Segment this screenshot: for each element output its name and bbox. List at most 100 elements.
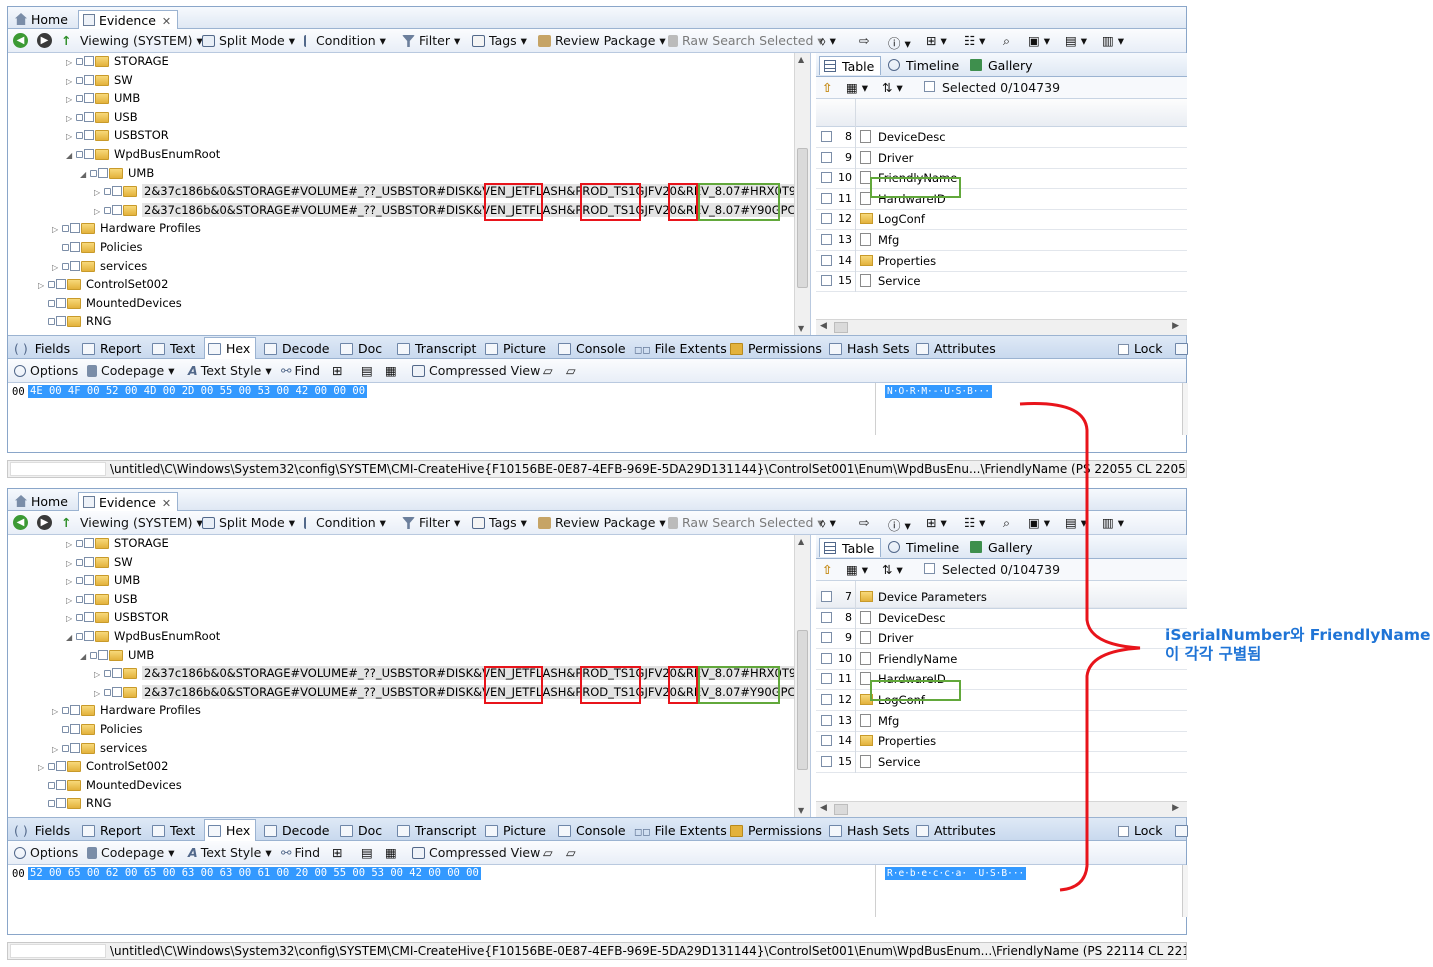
table-row[interactable]: 13 Mfg [816,230,1187,251]
toolbar-list-icon[interactable]: ☷ ▾ [964,515,985,530]
expand-toggle-icon[interactable]: ◢ [66,151,76,160]
filter-dropdown[interactable]: Filter ▾ [402,33,460,48]
tree-node[interactable]: ▷ UMB [66,91,140,109]
filter-dropdown[interactable]: Filter ▾ [402,515,460,530]
tree-node[interactable]: ▷ SW [66,555,133,573]
expand-toggle-icon[interactable]: ▷ [66,77,76,86]
export-icon[interactable]: ▱ [543,363,553,378]
hex-viewer[interactable]: 00 52 00 65 00 62 00 65 00 63 00 63 00 6… [8,865,1188,917]
toolbar-tree-icon[interactable]: ⊞ ▾ [926,33,947,48]
row-checkbox[interactable] [821,652,832,664]
hex-tab[interactable]: Hex [204,337,257,360]
file-extents-tab[interactable]: ◻◻ File Extents [634,823,727,838]
tree-node[interactable]: ▷ USB [66,110,138,128]
expand-toggle-icon[interactable]: ◢ [66,633,76,642]
tags-dropdown[interactable]: Tags ▾ [472,33,527,48]
toolbar-list-icon[interactable]: ☷ ▾ [964,33,985,48]
tree-node[interactable]: ◢ WpdBusEnumRoot [66,147,220,165]
doc-tab[interactable]: Doc [340,341,382,356]
tree-checkbox[interactable] [70,705,80,716]
tree-node[interactable]: ▷ USBSTOR [66,610,169,628]
go-up-icon[interactable]: ⇧ [822,80,832,95]
scroll-down-icon[interactable]: ▼ [798,324,804,333]
tree-checkbox[interactable] [56,798,66,809]
expand-toggle-icon[interactable]: ▷ [66,596,76,605]
find-next-icon[interactable]: ⊞ [332,845,342,860]
attributes-tab[interactable]: Attributes [916,341,996,356]
row-checkbox[interactable] [821,611,832,623]
table-row[interactable]: 8 DeviceDesc [816,127,1187,148]
tree-checkbox[interactable] [84,575,94,586]
toolbar-more-icon[interactable]: ▥ ▾ [1102,515,1124,530]
table-row[interactable]: 12 LogConf [816,209,1187,231]
table-tab[interactable]: Table [819,538,882,557]
hex-scrollbar[interactable] [1182,865,1188,917]
fields-tab[interactable]: ( ) Fields [14,823,70,838]
attributes-tab[interactable]: Attributes [916,823,996,838]
row-checkbox[interactable] [821,151,832,163]
tree-checkbox[interactable] [70,742,80,753]
toolbar-search-icon[interactable]: ⌕ [1003,515,1010,531]
toolbar-info-icon[interactable]: ⓘ ▾ [888,33,911,52]
hash-sets-tab[interactable]: Hash Sets [829,341,910,356]
tree-checkbox[interactable] [70,260,80,271]
table-row[interactable]: 9 Driver [816,147,1187,169]
up-arrow-icon[interactable]: ↑ [61,515,71,530]
sort-icon[interactable]: ⇅ ▾ [882,80,903,95]
export-icon[interactable]: ▱ [543,845,553,860]
save-icon[interactable]: ▦ [385,363,397,378]
tree-checkbox[interactable] [84,538,94,548]
export-selected-icon[interactable]: ▱ [566,845,576,860]
back-icon[interactable]: ◀ [13,33,28,48]
table-row[interactable]: 8 DeviceDesc [816,607,1187,629]
permissions-tab[interactable]: Permissions [730,823,822,838]
text-tab[interactable]: Text [152,823,195,838]
toolbar-tree-icon[interactable]: ⊞ ▾ [926,515,947,530]
expand-toggle-icon[interactable]: ▷ [38,281,48,290]
report-tab[interactable]: Report [82,341,141,356]
tree-checkbox[interactable] [70,242,80,252]
lock-toggle[interactable]: Lock [1118,341,1163,356]
select-all-checkbox[interactable] [924,563,935,574]
find-button[interactable]: ⚯ Find [281,363,320,378]
tree-checkbox[interactable] [112,686,122,697]
toolbar-report-icon[interactable]: ▤ ▾ [1065,33,1087,48]
table-row[interactable]: 15 Service [816,271,1187,293]
table-row[interactable]: 14 Properties [816,731,1187,753]
tree-scrollbar[interactable]: ▲ ▼ [794,53,810,335]
expand-toggle-icon[interactable]: ▷ [52,745,62,754]
pane-menu-icon[interactable] [1175,341,1193,356]
console-tab[interactable]: Console [558,341,626,356]
tree-node[interactable]: ◢ UMB [80,648,154,666]
tree-node[interactable]: ▷ Hardware Profiles [52,703,201,721]
toolbar-search-icon[interactable]: ⌕ [1003,33,1010,49]
raw-search-selected-dropdown[interactable]: Raw Search Selected ▾ [668,515,824,530]
expand-toggle-icon[interactable]: ▷ [66,95,76,104]
go-up-icon[interactable]: ⇧ [822,562,832,577]
tree-checkbox[interactable] [84,149,94,159]
row-checkbox[interactable] [821,192,832,204]
tree-node[interactable]: ▷ SW [66,73,133,91]
tree-checkbox[interactable] [70,724,80,734]
scroll-up-icon[interactable]: ▲ [798,55,804,64]
lock-toggle[interactable]: Lock [1118,823,1163,838]
tree-node[interactable]: ▷ Hardware Profiles [52,221,201,239]
forward-icon[interactable]: ▶ [37,515,52,530]
evidence-tab[interactable]: Evidence ✕ [78,10,179,29]
tree-checkbox[interactable] [112,186,122,197]
tree-node[interactable]: Policies [52,722,143,740]
hscroll-thumb[interactable] [834,322,848,333]
table-row[interactable]: 7 Device Parameters [816,587,1187,608]
find-button[interactable]: ⚯ Find [281,845,320,860]
console-tab[interactable]: Console [558,823,626,838]
hex-viewer[interactable]: 00 4E 00 4F 00 52 00 4D 00 2D 00 55 00 5… [8,383,1188,435]
picture-tab[interactable]: Picture [485,823,546,838]
toolbar-info-icon[interactable]: ⓘ ▾ [888,515,911,534]
row-checkbox[interactable] [821,131,832,142]
tree-node[interactable]: ▷ ControlSet002 [38,277,168,295]
toolbar-export-icon[interactable]: ⇨ [859,515,869,530]
columns-icon[interactable]: ▦ ▾ [846,80,868,95]
expand-toggle-icon[interactable]: ▷ [52,225,62,234]
fields-tab[interactable]: ( ) Fields [14,341,70,356]
table-row[interactable]: 9 Driver [816,628,1187,650]
